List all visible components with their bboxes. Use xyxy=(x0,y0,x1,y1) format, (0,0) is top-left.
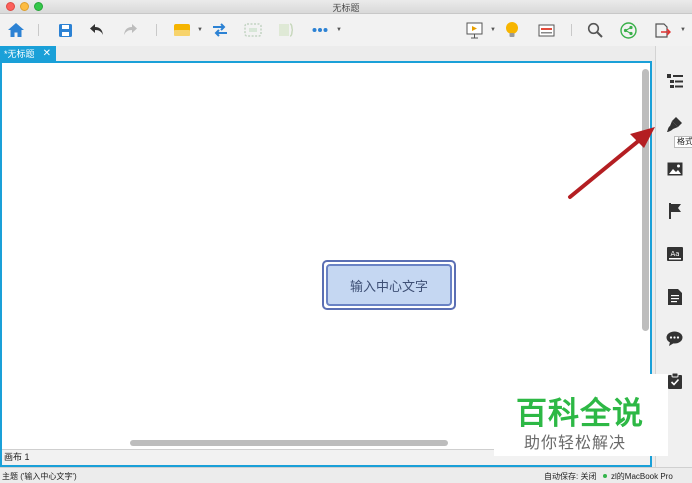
window-titlebar: 无标题 xyxy=(0,0,692,14)
outline-icon[interactable] xyxy=(666,72,683,89)
home-icon[interactable] xyxy=(7,21,25,39)
topic-dropdown-caret[interactable]: ▼ xyxy=(197,27,203,33)
document-tab[interactable]: *无标题 ✕ xyxy=(0,46,56,62)
style-aa-icon[interactable]: Aa xyxy=(666,245,683,262)
comment-icon[interactable] xyxy=(666,330,683,347)
main-toolbar: ▼ ▼ ▼ ▼ xyxy=(0,14,692,46)
document-tab-bar: *无标题 ✕ xyxy=(0,46,655,62)
horizontal-scrollbar-thumb[interactable] xyxy=(130,440,448,446)
document-tab-label: *无标题 xyxy=(4,49,35,59)
svg-text:Aa: Aa xyxy=(670,250,679,258)
redo-icon[interactable] xyxy=(122,21,138,39)
central-topic[interactable]: 输入中心文字 xyxy=(322,260,456,310)
toolbar-separator xyxy=(38,24,39,36)
notes-icon[interactable] xyxy=(666,288,683,305)
export-icon[interactable] xyxy=(654,21,671,39)
marker-flag-icon[interactable] xyxy=(666,202,683,219)
toolbar-separator xyxy=(571,24,572,36)
toolbar-separator xyxy=(156,24,157,36)
presentation-dropdown-caret[interactable]: ▼ xyxy=(490,27,496,33)
outline-view-icon[interactable] xyxy=(538,21,555,39)
window-title: 无标题 xyxy=(332,3,360,13)
share-icon[interactable] xyxy=(620,21,637,39)
watermark-logo: 百科全说 助你轻松解决 xyxy=(494,374,668,456)
image-icon[interactable] xyxy=(666,160,683,177)
save-icon[interactable] xyxy=(58,21,73,39)
machine-name: zl的MacBook Pro xyxy=(611,472,673,481)
format-tooltip: 格式 xyxy=(674,136,692,148)
more-icon[interactable] xyxy=(312,21,328,39)
idea-icon[interactable] xyxy=(505,21,519,39)
annotation-arrow xyxy=(568,127,655,199)
presentation-icon[interactable] xyxy=(466,21,483,39)
format-brush-icon[interactable] xyxy=(666,116,683,133)
watermark-subtitle: 助你轻松解决 xyxy=(524,435,627,452)
more-dropdown-caret[interactable]: ▼ xyxy=(336,27,342,33)
export-dropdown-caret[interactable]: ▼ xyxy=(680,27,686,33)
search-icon[interactable] xyxy=(587,21,603,39)
sheet-tab[interactable]: 画布 1 xyxy=(4,451,30,464)
summary-icon[interactable] xyxy=(278,21,294,39)
autosave-status[interactable]: 自动保存: 关闭 xyxy=(544,471,596,482)
close-tab-icon[interactable]: ✕ xyxy=(43,46,51,62)
relationship-icon[interactable] xyxy=(211,21,229,39)
status-bar: 主题 ('输入中心文字') 自动保存: 关闭 zl的MacBook Pro xyxy=(0,467,692,483)
task-icon[interactable] xyxy=(666,372,683,389)
boundary-icon[interactable] xyxy=(244,21,262,39)
undo-icon[interactable] xyxy=(89,21,105,39)
topic-icon[interactable] xyxy=(173,21,191,39)
central-topic-text: 输入中心文字 xyxy=(326,264,452,306)
online-status-dot xyxy=(603,474,607,478)
selection-status: 主题 ('输入中心文字') xyxy=(2,472,77,481)
watermark-title: 百科全说 xyxy=(516,396,644,431)
